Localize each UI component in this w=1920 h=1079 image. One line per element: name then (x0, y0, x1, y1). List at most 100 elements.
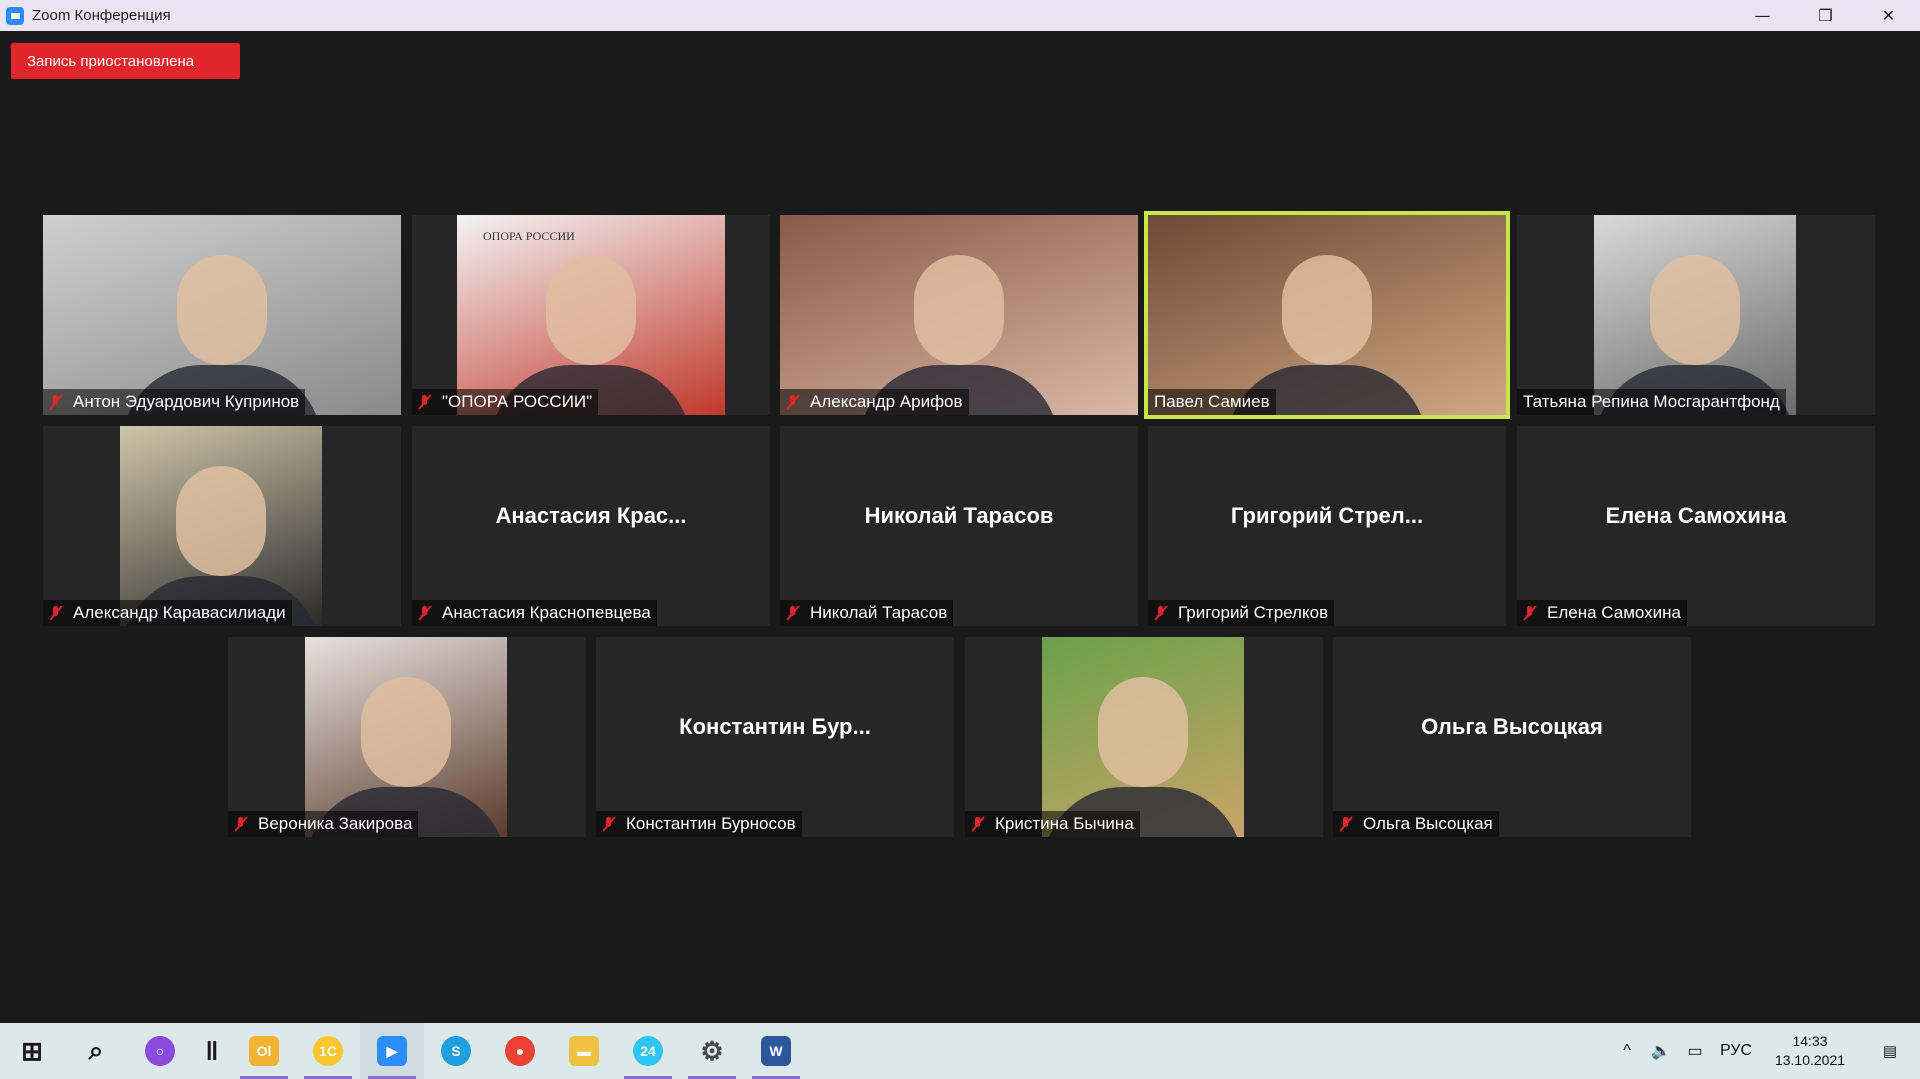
person-silhouette (176, 466, 266, 576)
participant-nameplate: "ОПОРА РОССИИ" (412, 389, 599, 415)
participant-nameplate: Константин Бурносов (596, 811, 802, 837)
person-silhouette (914, 255, 1004, 365)
language-indicator[interactable]: РУС (1712, 1042, 1760, 1060)
taskbar-1c-icon[interactable]: 1С (296, 1023, 360, 1079)
person-silhouette (1098, 677, 1188, 787)
notifications-icon[interactable]: ▤ (1860, 1042, 1920, 1060)
participant-nameplate: Татьяна Репина Мосгарантфонд (1517, 389, 1786, 415)
taskbar-outlook-icon[interactable]: Ol (232, 1023, 296, 1079)
person-silhouette (177, 255, 267, 365)
skype-icon: S (441, 1036, 471, 1066)
muted-mic-icon (1154, 605, 1168, 621)
participant-center-name: Константин Бур... (679, 714, 871, 739)
muted-mic-icon (49, 394, 63, 410)
explorer-icon: ▬ (569, 1036, 599, 1066)
person-silhouette (1650, 255, 1740, 365)
recording-paused-banner[interactable]: Запись приостановлена (11, 43, 240, 79)
taskbar-alice-icon[interactable]: ○ (128, 1023, 192, 1079)
person-silhouette (1282, 255, 1372, 365)
muted-mic-icon (1339, 816, 1353, 832)
1c-icon: 1С (313, 1036, 343, 1066)
participant-nameplate: Александр Каравасилиади (43, 600, 292, 626)
participant-video (1148, 215, 1506, 415)
participant-tile[interactable]: Вероника Закирова (228, 637, 586, 837)
clock-date: 13.10.2021 (1774, 1052, 1846, 1068)
taskbar-chrome-icon[interactable]: ● (488, 1023, 552, 1079)
restore-button[interactable]: ❐ (1794, 0, 1857, 31)
clock-time: 14:33 (1792, 1033, 1828, 1049)
clock[interactable]: 14:33 13.10.2021 (1760, 1032, 1860, 1070)
participant-nameplate: Елена Самохина (1517, 600, 1687, 626)
muted-mic-icon (971, 816, 985, 832)
person-silhouette (361, 677, 451, 787)
muted-mic-icon (418, 605, 432, 621)
participant-nameplate: Кристина Бычина (965, 811, 1140, 837)
participant-tile[interactable]: Анастасия Крас... Анастасия Краснопевцева (412, 426, 770, 626)
taskbar-bitrix24-icon[interactable]: 24 (616, 1023, 680, 1079)
window-title: Zoom Конференция (32, 7, 171, 24)
divider-icon: ‖ (205, 1035, 219, 1066)
participant-name: Григорий Стрелков (1178, 603, 1329, 622)
participant-center-name: Елена Самохина (1605, 503, 1787, 528)
participant-name: Елена Самохина (1547, 603, 1681, 622)
participant-tile[interactable]: Кристина Бычина (965, 637, 1323, 837)
participant-name: Александр Каравасилиади (73, 603, 286, 622)
participant-tile[interactable]: Павел Самиев (1144, 211, 1510, 419)
zoom-app-icon (6, 6, 24, 25)
taskbar-word-icon[interactable]: W (744, 1023, 808, 1079)
tray-chevron-icon[interactable]: ^ (1610, 1042, 1644, 1060)
taskbar-divider-icon: ‖ (192, 1023, 232, 1079)
participant-tile[interactable]: Александр Каравасилиади (43, 426, 401, 626)
meeting-gallery-view: Запись приостановлена Антон Эдуардович К… (0, 31, 1920, 1023)
taskbar-zoom-icon[interactable]: ▶ (360, 1023, 424, 1079)
bitrix24-icon: 24 (633, 1036, 663, 1066)
taskbar-skype-icon[interactable]: S (424, 1023, 488, 1079)
muted-mic-icon (786, 605, 800, 621)
muted-mic-icon (49, 605, 63, 621)
participant-name: "ОПОРА РОССИИ" (442, 392, 593, 411)
windows-taskbar: ⊞ ⌕ ○ ‖ Ol 1С ▶ S ● ▬ 24 ⚙ W ^ 🔈 ▭ РУС 14:33 13.10.2… (0, 1023, 1920, 1079)
participant-center-name: Анастасия Крас... (495, 503, 687, 528)
participant-tile[interactable]: Григорий Стрел... Григорий Стрелков (1148, 426, 1506, 626)
network-icon[interactable]: ▭ (1678, 1041, 1712, 1061)
participant-tile[interactable]: Антон Эдуардович Купринов (43, 215, 401, 415)
taskbar-search-icon[interactable]: ⌕ (64, 1023, 128, 1079)
volume-icon[interactable]: 🔈 (1644, 1041, 1678, 1061)
participant-name: Кристина Бычина (995, 814, 1134, 833)
search-icon: ⌕ (88, 1035, 104, 1065)
participant-name: Ольга Высоцкая (1363, 814, 1493, 833)
system-tray: ^ 🔈 ▭ РУС 14:33 13.10.2021 ▤ (1610, 1023, 1920, 1079)
chrome-icon: ● (505, 1036, 535, 1066)
participant-name: Анастасия Краснопевцева (442, 603, 651, 622)
taskbar-start-icon[interactable]: ⊞ (0, 1023, 64, 1079)
participant-center-name: Николай Тарасов (864, 503, 1054, 528)
participant-video: ОПОРА РОССИИ (457, 215, 725, 415)
participant-tile[interactable]: Елена Самохина Елена Самохина (1517, 426, 1875, 626)
participant-video (43, 215, 401, 415)
participant-name: Антон Эдуардович Купринов (73, 392, 300, 411)
participant-nameplate: Григорий Стрелков (1148, 600, 1335, 626)
muted-mic-icon (234, 816, 248, 832)
participant-tile[interactable]: Николай Тарасов Николай Тарасов (780, 426, 1138, 626)
word-icon: W (761, 1036, 791, 1066)
participant-tile[interactable]: Константин Бур... Константин Бурносов (596, 637, 954, 837)
participant-video (1594, 215, 1796, 415)
participant-nameplate: Александр Арифов (780, 389, 969, 415)
minimize-button[interactable]: — (1731, 0, 1794, 31)
close-button[interactable]: ✕ (1857, 0, 1920, 31)
participant-tile[interactable]: ОПОРА РОССИИ "ОПОРА РОССИИ" (412, 215, 770, 415)
participant-video (780, 215, 1138, 415)
participant-tile[interactable]: Ольга Высоцкая Ольга Высоцкая (1333, 637, 1691, 837)
participant-tile[interactable]: Александр Арифов (780, 215, 1138, 415)
taskbar-explorer-icon[interactable]: ▬ (552, 1023, 616, 1079)
participant-nameplate: Ольга Высоцкая (1333, 811, 1499, 837)
participant-tile[interactable]: Татьяна Репина Мосгарантфонд (1517, 215, 1875, 415)
muted-mic-icon (602, 816, 616, 832)
participant-center-name: Григорий Стрел... (1230, 503, 1424, 528)
alice-icon: ○ (145, 1036, 175, 1066)
participant-name: Константин Бурносов (626, 814, 796, 833)
opora-logo: ОПОРА РОССИИ (483, 229, 575, 243)
window-controls: — ❐ ✕ (1731, 0, 1920, 31)
taskbar-settings-icon[interactable]: ⚙ (680, 1023, 744, 1079)
participant-name: Вероника Закирова (258, 814, 413, 833)
